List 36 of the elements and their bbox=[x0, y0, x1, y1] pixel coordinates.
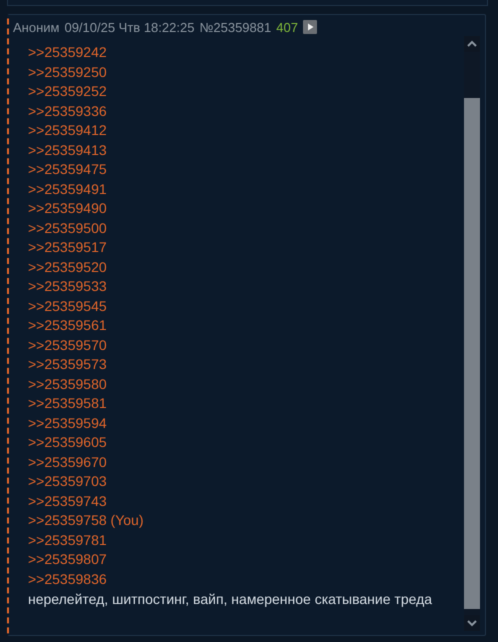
reply-count: 407 bbox=[276, 20, 298, 34]
post-author: Аноним bbox=[13, 20, 60, 34]
reply-link[interactable]: >>25359520 bbox=[28, 258, 107, 277]
reply-link[interactable]: >>25359545 bbox=[28, 296, 107, 316]
reply-link[interactable]: >>25359475 bbox=[28, 160, 107, 180]
scroll-up-icon[interactable] bbox=[464, 36, 480, 52]
reply-link[interactable]: >>25359758 (You) bbox=[28, 511, 144, 530]
reply-link[interactable]: >>25359580 bbox=[28, 374, 107, 394]
reply-link[interactable]: >>25359807 bbox=[28, 550, 107, 570]
reply-link[interactable]: >>25359533 bbox=[28, 277, 107, 296]
reply-link[interactable]: >>25359517 bbox=[28, 238, 107, 258]
reply-link[interactable]: >>25359500 bbox=[28, 218, 107, 238]
reply-link[interactable]: >>25359781 bbox=[28, 530, 107, 550]
scroll-down-icon[interactable] bbox=[464, 615, 480, 631]
reply-link[interactable]: >>25359703 bbox=[28, 472, 107, 492]
reply-link[interactable]: >>25359561 bbox=[28, 316, 107, 336]
reply-link[interactable]: >>25359570 bbox=[28, 336, 107, 355]
reply-link[interactable]: >>25359412 bbox=[28, 121, 107, 140]
play-icon[interactable] bbox=[302, 20, 317, 34]
reply-link[interactable]: >>25359581 bbox=[28, 394, 107, 414]
reply-link[interactable]: >>25359491 bbox=[28, 180, 107, 199]
post-number[interactable]: №25359881 bbox=[199, 20, 272, 34]
reply-link[interactable]: >>25359605 bbox=[28, 433, 107, 452]
post-date: 09/10/25 Чтв 18:22:25 bbox=[64, 20, 194, 34]
reply-link[interactable]: >>25359336 bbox=[28, 102, 107, 121]
reply-link[interactable]: >>25359490 bbox=[28, 199, 107, 218]
reply-link[interactable]: >>25359594 bbox=[28, 414, 107, 433]
reply-link[interactable]: >>25359250 bbox=[28, 62, 107, 82]
post-text: нерелейтед, шитпостинг, вайп, намеренное скатывание треда bbox=[28, 590, 434, 609]
reply-link[interactable]: >>25359252 bbox=[28, 82, 107, 102]
reply-link[interactable]: >>25359242 bbox=[28, 43, 107, 62]
reply-link[interactable]: >>25359836 bbox=[28, 570, 107, 589]
reply-link[interactable]: >>25359670 bbox=[28, 452, 107, 472]
reply-link[interactable]: >>25359743 bbox=[28, 492, 107, 511]
reply-link[interactable]: >>25359573 bbox=[28, 355, 107, 374]
reply-link[interactable]: >>25359413 bbox=[28, 140, 107, 160]
